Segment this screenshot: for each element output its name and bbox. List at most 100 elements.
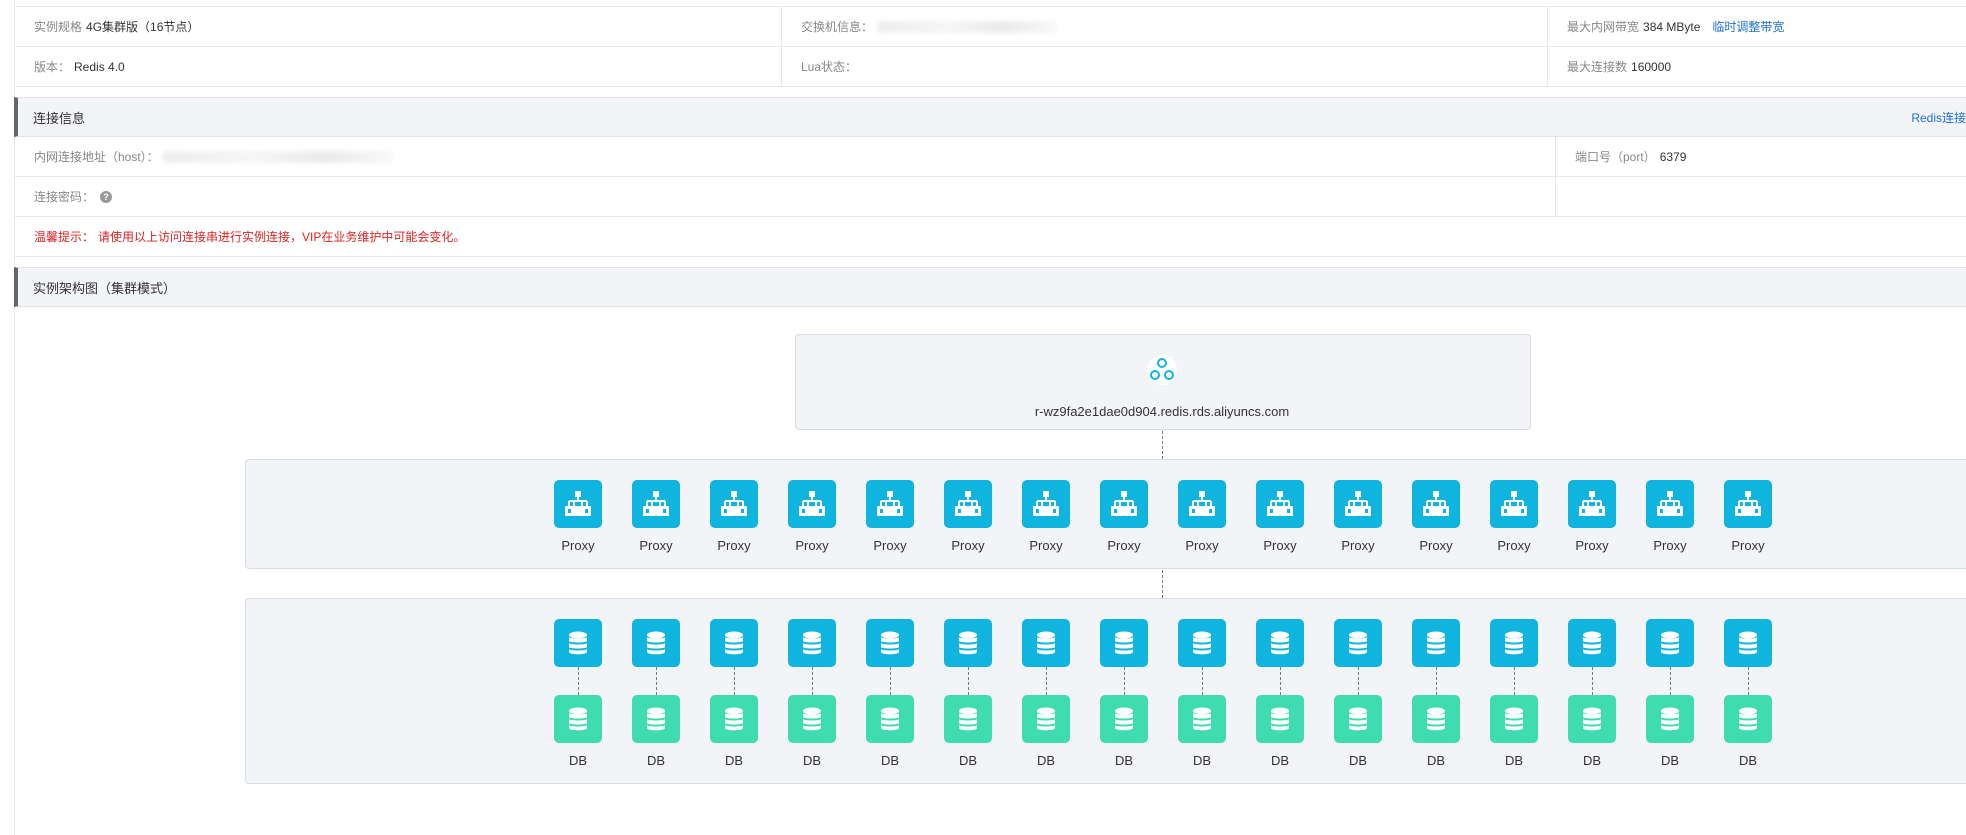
proxy-label: Proxy: [1497, 538, 1531, 553]
db-master-icon[interactable]: [1178, 619, 1226, 667]
help-icon[interactable]: ?: [100, 190, 113, 203]
db-replication-connector: [1592, 667, 1593, 695]
proxy-icon[interactable]: [1490, 480, 1538, 528]
db-master-icon[interactable]: [1100, 619, 1148, 667]
max-conn-cell: 最大连接数 160000: [1547, 47, 1966, 86]
spec-label: 实例规格: [34, 20, 83, 34]
db-label: DB: [1270, 753, 1290, 768]
db-label: DB: [646, 753, 666, 768]
db-label: DB: [1036, 753, 1056, 768]
connection-section-title: 连接信息: [33, 110, 86, 126]
db-replication-connector: [1202, 667, 1203, 695]
tip-row: 温馨提示： 请使用以上访问连接串进行实例连接，VIP在业务维护中可能会变化。: [15, 217, 1966, 257]
redis-connection-link[interactable]: Redis连接: [1911, 109, 1966, 126]
cluster-host-label: r-wz9fa2e1dae0d904.redis.rds.aliyuncs.co…: [1034, 404, 1290, 419]
adjust-bandwidth-link[interactable]: 临时调整带宽: [1712, 18, 1784, 35]
db-replica-icon[interactable]: [1100, 695, 1148, 743]
proxy-label: Proxy: [1107, 538, 1141, 553]
max-conn-label: 最大连接数: [1567, 60, 1628, 74]
db-master-icon[interactable]: [1646, 619, 1694, 667]
switch-label: 交换机信息：: [801, 20, 874, 34]
host-value-redacted: [162, 150, 393, 163]
proxy-icon[interactable]: [866, 480, 914, 528]
proxy-label: Proxy: [1029, 538, 1063, 553]
host-label: 内网连接地址（host）：: [34, 150, 159, 164]
db-label: DB: [1426, 753, 1446, 768]
proxy-icon[interactable]: [1022, 480, 1070, 528]
db-master-icon[interactable]: [554, 619, 602, 667]
db-replication-connector: [1514, 667, 1515, 695]
proxy-icon[interactable]: [1334, 480, 1382, 528]
db-replica-icon[interactable]: [1490, 695, 1538, 743]
db-replication-connector: [1436, 667, 1437, 695]
db-master-icon[interactable]: [632, 619, 680, 667]
cluster-share-icon: [1147, 355, 1177, 385]
proxy-label: Proxy: [1575, 538, 1609, 553]
proxy-icon[interactable]: [944, 480, 992, 528]
db-replica-icon[interactable]: [710, 695, 758, 743]
password-cell: 连接密码： ?: [15, 177, 1555, 216]
db-replica-icon[interactable]: [1022, 695, 1070, 743]
db-replica-icon[interactable]: [788, 695, 836, 743]
db-master-icon[interactable]: [1022, 619, 1070, 667]
db-replication-connector: [890, 667, 891, 695]
proxy-icon[interactable]: [1646, 480, 1694, 528]
architecture-section-header: 实例架构图（集群模式）: [14, 267, 1966, 307]
proxy-icon[interactable]: [710, 480, 758, 528]
cluster-vip-icon[interactable]: [1138, 346, 1186, 394]
db-replication-connector: [734, 667, 735, 695]
db-replica-icon[interactable]: [554, 695, 602, 743]
proxy-icon[interactable]: [1568, 480, 1616, 528]
lua-cell: Lua状态：: [781, 47, 1547, 86]
db-label: DB: [1582, 753, 1602, 768]
db-replica-icon[interactable]: [944, 695, 992, 743]
db-replica-icon[interactable]: [1178, 695, 1226, 743]
db-replica-icon[interactable]: [1256, 695, 1304, 743]
db-master-icon[interactable]: [710, 619, 758, 667]
db-replica-icon[interactable]: [1334, 695, 1382, 743]
db-replica-icon[interactable]: [1412, 695, 1460, 743]
db-master-icon[interactable]: [1412, 619, 1460, 667]
db-replication-connector: [1748, 667, 1749, 695]
db-master-icon[interactable]: [1490, 619, 1538, 667]
db-replica-icon[interactable]: [1568, 695, 1616, 743]
db-replication-connector: [968, 667, 969, 695]
info-row-version: 版本： Redis 4.0 Lua状态： 最大连接数 160000: [15, 47, 1966, 87]
port-value: 6379: [1659, 149, 1687, 164]
db-replica-icon[interactable]: [632, 695, 680, 743]
db-master-icon[interactable]: [1334, 619, 1382, 667]
proxy-icon[interactable]: [1178, 480, 1226, 528]
db-master-icon[interactable]: [866, 619, 914, 667]
proxy-label: Proxy: [561, 538, 595, 553]
proxy-label: Proxy: [639, 538, 673, 553]
db-label: DB: [1114, 753, 1134, 768]
db-master-icon[interactable]: [944, 619, 992, 667]
proxy-icon[interactable]: [1256, 480, 1304, 528]
db-replica-icon[interactable]: [866, 695, 914, 743]
proxy-icon[interactable]: [1100, 480, 1148, 528]
bandwidth-cell: 最大内网带宽 384 MByte 临时调整带宽: [1547, 7, 1966, 46]
db-label: DB: [802, 753, 822, 768]
bandwidth-label: 最大内网带宽: [1567, 20, 1640, 34]
proxy-label: Proxy: [1731, 538, 1765, 553]
db-replication-connector: [1046, 667, 1047, 695]
proxy-icon[interactable]: [1412, 480, 1460, 528]
db-master-icon[interactable]: [788, 619, 836, 667]
proxy-icon[interactable]: [632, 480, 680, 528]
version-cell: 版本： Redis 4.0: [15, 47, 781, 86]
db-label: DB: [1192, 753, 1212, 768]
db-master-icon[interactable]: [1724, 619, 1772, 667]
db-label: DB: [1660, 753, 1680, 768]
db-label: DB: [1504, 753, 1524, 768]
proxy-label: Proxy: [717, 538, 751, 553]
proxy-label: Proxy: [1653, 538, 1687, 553]
proxy-icon[interactable]: [554, 480, 602, 528]
db-replica-icon[interactable]: [1646, 695, 1694, 743]
db-replication-connector: [1124, 667, 1125, 695]
proxy-icon[interactable]: [1724, 480, 1772, 528]
proxy-icon[interactable]: [788, 480, 836, 528]
db-replica-icon[interactable]: [1724, 695, 1772, 743]
db-master-icon[interactable]: [1568, 619, 1616, 667]
proxy-label: Proxy: [1263, 538, 1297, 553]
db-master-icon[interactable]: [1256, 619, 1304, 667]
